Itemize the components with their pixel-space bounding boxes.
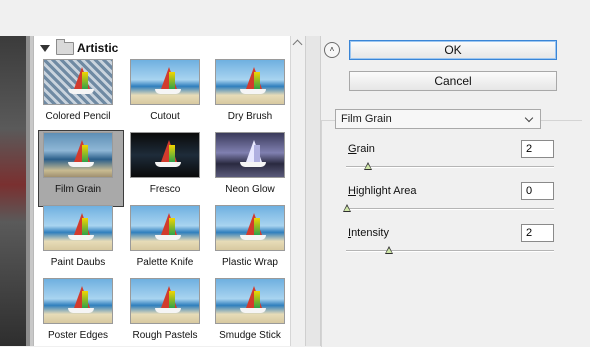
filter-label: Poster Edges: [47, 330, 109, 341]
filter-thumb-film-grain[interactable]: Film Grain: [38, 132, 118, 195]
intensity-slider-thumb[interactable]: [384, 246, 393, 254]
highlight-area-slider-track[interactable]: [346, 208, 554, 210]
filter-label: Paint Daubs: [50, 257, 106, 268]
thumbnail-image: [43, 278, 113, 324]
thumbnail-image: [130, 205, 200, 251]
grain-label: Grain: [348, 143, 375, 155]
filter-label: Cutout: [150, 111, 180, 122]
ok-button[interactable]: OK: [349, 40, 557, 60]
filter-label: Film Grain: [54, 184, 102, 195]
category-header[interactable]: Artistic: [40, 38, 119, 56]
grain-slider-thumb[interactable]: [363, 162, 372, 170]
highlight-area-slider-thumb[interactable]: [343, 204, 351, 212]
category-title: Artistic: [77, 41, 119, 55]
filter-gallery: Artistic Colored Pencil Cutout Dry Brush…: [33, 36, 306, 346]
panel-divider: [305, 36, 321, 346]
filter-select-value: Film Grain: [341, 113, 392, 125]
filter-label: Plastic Wrap: [222, 257, 278, 268]
folder-icon: [56, 38, 74, 55]
filter-label: Dry Brush: [227, 111, 273, 122]
filter-label: Smudge Stick: [219, 330, 281, 341]
filter-thumb-smudge-stick[interactable]: Smudge Stick: [210, 278, 290, 341]
filter-label: Rough Pastels: [132, 330, 198, 341]
thumbnail-image: [43, 205, 113, 251]
filter-thumb-paint-daubs[interactable]: Paint Daubs: [38, 205, 118, 268]
thumbnail-image: [130, 132, 200, 178]
filter-label: Neon Glow: [225, 184, 275, 195]
filter-thumb-plastic-wrap[interactable]: Plastic Wrap: [210, 205, 290, 268]
thumbnail-image: [43, 59, 113, 105]
grain-slider-track[interactable]: [346, 166, 554, 168]
cancel-button[interactable]: Cancel: [349, 71, 557, 91]
filter-thumb-poster-edges[interactable]: Poster Edges: [38, 278, 118, 341]
expand-triangle-icon[interactable]: [40, 44, 50, 52]
filter-label: Colored Pencil: [45, 111, 111, 122]
intensity-input[interactable]: [521, 224, 554, 242]
image-preview-strip[interactable]: [0, 36, 30, 346]
thumbnail-image: [43, 132, 113, 178]
filter-thumb-cutout[interactable]: Cutout: [125, 59, 205, 122]
filter-thumb-fresco[interactable]: Fresco: [125, 132, 205, 195]
thumbnail-image: [215, 132, 285, 178]
filter-thumb-dry-brush[interactable]: Dry Brush: [210, 59, 290, 122]
filter-type-select[interactable]: Film Grain: [335, 109, 541, 129]
thumbnail-image: [130, 59, 200, 105]
thumbnail-image: [215, 205, 285, 251]
grain-input[interactable]: [521, 140, 554, 158]
filter-thumb-colored-pencil[interactable]: Colored Pencil: [38, 59, 118, 122]
gallery-scrollbar[interactable]: [290, 36, 305, 346]
intensity-label: Intensity: [348, 227, 389, 239]
highlight-area-label: Highlight Area: [348, 185, 417, 197]
chevron-down-icon: [524, 113, 534, 123]
filter-thumb-rough-pastels[interactable]: Rough Pastels: [125, 278, 205, 341]
filter-label: Fresco: [149, 184, 181, 195]
highlight-area-input[interactable]: [521, 182, 554, 200]
intensity-slider-track[interactable]: [346, 250, 554, 252]
thumbnail-image: [130, 278, 200, 324]
double-chevron-up-icon: ˄: [329, 45, 335, 54]
filter-thumb-neon-glow[interactable]: Neon Glow: [210, 132, 290, 195]
thumbnail-image: [215, 278, 285, 324]
collapse-gallery-button[interactable]: ˄: [324, 42, 340, 58]
thumbnail-image: [215, 59, 285, 105]
scroll-up-icon[interactable]: [292, 39, 303, 50]
filter-label: Palette Knife: [136, 257, 194, 268]
filter-thumb-palette-knife[interactable]: Palette Knife: [125, 205, 205, 268]
